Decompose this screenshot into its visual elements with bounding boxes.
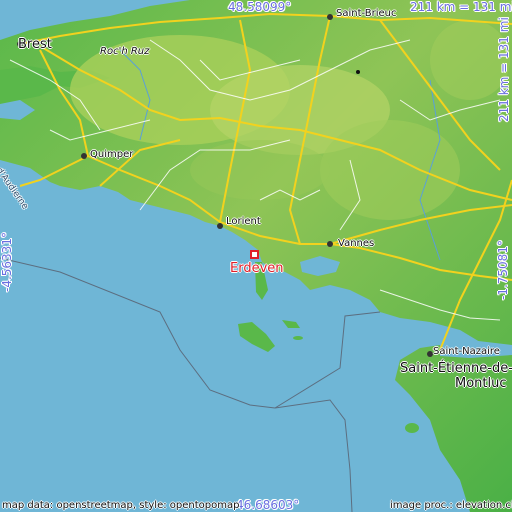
coord-left-lon: -4.56331° bbox=[0, 232, 14, 292]
saint-brieuc-dot bbox=[327, 14, 333, 20]
coord-bottom-lat: 46.68603° bbox=[236, 498, 300, 512]
label-brest: Brest bbox=[18, 37, 52, 52]
label-saint-brieuc: Saint-Brieuc bbox=[336, 8, 397, 19]
label-vannes: Vannes bbox=[338, 238, 375, 249]
scale-vertical: 211 km = 131 mi bbox=[497, 17, 511, 122]
scale-horizontal: 211 km = 131 mi bbox=[410, 0, 512, 14]
coord-right-lon: -1.75081° bbox=[496, 240, 510, 300]
label-erdeven: Erdeven bbox=[230, 261, 284, 276]
quimper-dot bbox=[81, 153, 87, 159]
coord-top-lat: 48.58099° bbox=[228, 0, 292, 14]
label-saint-etienne-line2: Montluc bbox=[455, 376, 507, 391]
label-quimper: Quimper bbox=[90, 149, 134, 160]
attribution-left: map data: openstreetmap, style: opentopo… bbox=[2, 500, 240, 511]
lorient-dot bbox=[217, 223, 223, 229]
erdeven-marker[interactable] bbox=[250, 250, 259, 259]
label-roc-h-ruz: Roc'h Ruz bbox=[100, 46, 150, 57]
terrain-map bbox=[0, 0, 512, 512]
label-saint-nazaire: Saint-Nazaire bbox=[433, 346, 500, 357]
map-view[interactable]: Brest Saint-Brieuc Roc'h Ruz Quimper Lor… bbox=[0, 0, 512, 512]
label-saint-etienne-line1: Saint-Étienne-de- bbox=[400, 361, 512, 376]
label-lorient: Lorient bbox=[226, 216, 261, 227]
peak-marker bbox=[356, 70, 360, 74]
attribution-right: image proc.: elevation.city bbox=[390, 500, 512, 511]
vannes-dot bbox=[327, 241, 333, 247]
